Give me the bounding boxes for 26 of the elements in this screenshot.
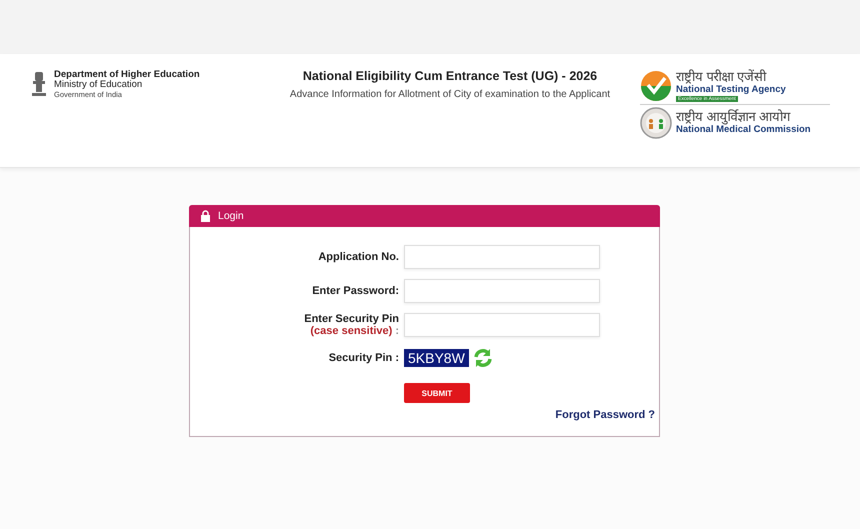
agency-native-name: राष्ट्रीय आयुर्विज्ञान आयोग <box>676 110 792 123</box>
exam-title: National Eligibility Cum Entrance Test (UG) - 2026 <box>302 69 598 83</box>
agency-name: National Testing Agency <box>676 84 786 96</box>
field-label: Enter Password: <box>312 285 399 297</box>
captcha-code: 5KBY8W <box>404 349 469 367</box>
department-name: Department of Higher Education <box>54 70 200 80</box>
label-colon: : <box>395 325 399 337</box>
submit-button[interactable]: SUBMIT <box>404 383 470 403</box>
tick-logo-icon <box>640 70 672 102</box>
emblem-icon <box>30 70 48 98</box>
lock-icon <box>201 210 210 222</box>
input-field[interactable] <box>404 279 600 303</box>
refresh-icon[interactable] <box>472 347 494 369</box>
input-field[interactable] <box>404 313 600 337</box>
forgot-password-link[interactable]: Forgot Password ? <box>555 409 655 421</box>
field-label: Enter Security Pin <box>304 313 399 325</box>
input-field[interactable] <box>404 245 600 269</box>
field-label: Application No. <box>318 251 399 263</box>
ministry-name: Ministry of Education <box>54 80 144 90</box>
panel-title: Login <box>218 210 244 222</box>
field-label: Security Pin : <box>328 352 399 364</box>
case-sensitive-note: (case sensitive) <box>310 325 392 337</box>
seal-logo-icon <box>640 107 672 139</box>
exam-subtitle: Advance Information for Allotment of City of examination to the Applicant <box>290 89 610 100</box>
agency-native-name: राष्ट्रीय परीक्षा एजेंसी <box>676 70 768 83</box>
agency-name: National Medical Commission <box>676 124 811 136</box>
